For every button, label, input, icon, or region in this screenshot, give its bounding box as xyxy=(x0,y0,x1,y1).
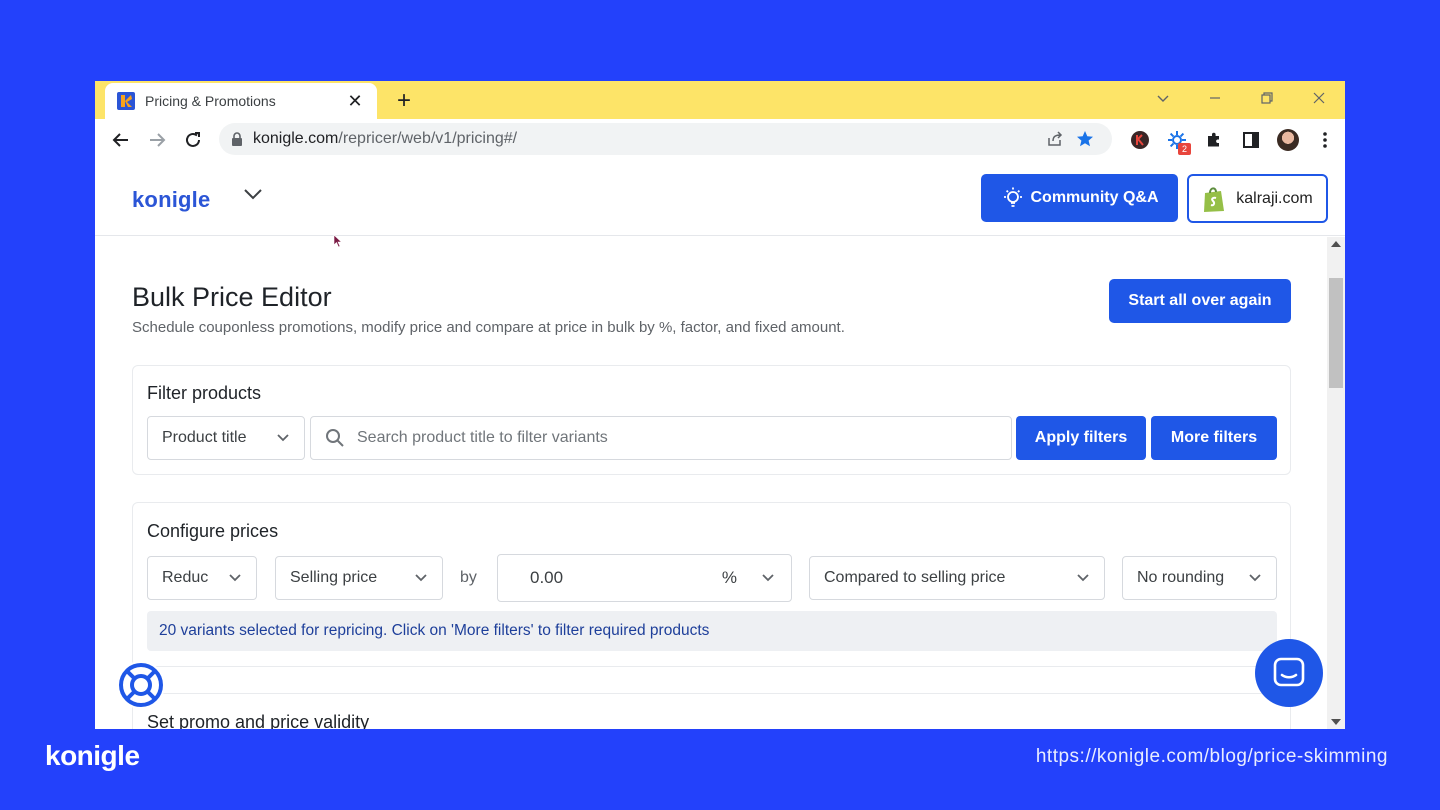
browser-toolbar: konigle.com/repricer/web/v1/pricing#/ 2 xyxy=(95,119,1345,161)
scroll-up-arrow-icon[interactable] xyxy=(1331,241,1341,247)
footer-konigle-logo: konigle xyxy=(45,740,140,771)
search-input[interactable] xyxy=(357,429,977,447)
lightbulb-icon xyxy=(1003,187,1022,207)
menu-kebab-icon[interactable] xyxy=(1307,123,1342,157)
lifebuoy-icon xyxy=(119,663,163,707)
scrollbar-thumb[interactable] xyxy=(1329,278,1343,388)
konigle-logo[interactable]: konigle xyxy=(132,187,210,213)
filter-field-select[interactable]: Product title xyxy=(147,416,305,460)
chevron-down-icon xyxy=(414,573,428,583)
url-text: konigle.com/repricer/web/v1/pricing#/ xyxy=(253,130,1040,148)
price-target-value: Selling price xyxy=(290,569,378,586)
start-over-button[interactable]: Start all over again xyxy=(1109,279,1291,323)
help-lifebuoy-button[interactable] xyxy=(117,661,165,709)
side-panel-icon[interactable] xyxy=(1233,123,1268,157)
filter-field-value: Product title xyxy=(162,429,247,446)
tab-search-icon[interactable] xyxy=(1137,81,1189,115)
store-switcher-button[interactable]: kalraji.com xyxy=(1187,174,1328,223)
amount-unit[interactable]: % xyxy=(722,568,737,588)
profile-avatar[interactable] xyxy=(1270,123,1305,157)
rounding-value: No rounding xyxy=(1137,569,1225,586)
chevron-down-icon xyxy=(1248,573,1262,583)
url-path: /repricer/web/v1/pricing#/ xyxy=(338,130,518,147)
configure-prices-title: Configure prices xyxy=(147,521,279,541)
compare-basis-value: Compared to selling price xyxy=(824,569,1006,586)
community-qa-button[interactable]: Community Q&A xyxy=(981,174,1178,222)
restore-icon[interactable] xyxy=(1241,81,1293,115)
price-action-value: Reduc xyxy=(162,569,209,586)
search-icon xyxy=(326,429,344,447)
community-qa-label: Community Q&A xyxy=(1030,189,1159,206)
chevron-down-icon xyxy=(228,573,242,583)
page-scrollbar[interactable] xyxy=(1327,237,1345,729)
filter-products-card: Filter products Product title Apply filt… xyxy=(132,365,1291,475)
chat-launcher-button[interactable] xyxy=(1255,639,1323,707)
mouse-cursor-icon xyxy=(333,234,343,248)
shopify-bag-icon xyxy=(1204,186,1225,212)
main-content: Bulk Price Editor Schedule couponless pr… xyxy=(95,237,1327,729)
minimize-icon[interactable] xyxy=(1189,81,1241,115)
extension-k-icon[interactable] xyxy=(1122,123,1157,157)
reload-icon[interactable] xyxy=(175,122,211,158)
variants-selected-banner: 20 variants selected for repricing. Clic… xyxy=(147,611,1277,651)
configure-prices-card: Configure prices Reduc Selling price by … xyxy=(132,502,1291,667)
window-controls xyxy=(1137,81,1345,119)
address-bar[interactable]: konigle.com/repricer/web/v1/pricing#/ xyxy=(219,123,1112,155)
amount-value[interactable]: 0.00 xyxy=(530,568,563,588)
product-search-field[interactable] xyxy=(310,416,1012,460)
browser-tab[interactable]: Pricing & Promotions ✕ xyxy=(105,83,377,119)
chevron-down-icon xyxy=(276,433,290,443)
extensions-area: 2 xyxy=(1122,123,1342,157)
chevron-down-icon[interactable] xyxy=(761,573,775,583)
more-filters-button[interactable]: More filters xyxy=(1151,416,1277,460)
close-window-icon[interactable] xyxy=(1293,81,1345,115)
extension-badge: 2 xyxy=(1178,143,1191,155)
extension-gear-icon[interactable]: 2 xyxy=(1159,123,1194,157)
page-subtitle: Schedule couponless promotions, modify p… xyxy=(132,319,845,336)
tab-strip: Pricing & Promotions ✕ + xyxy=(95,81,1345,119)
apply-filters-button[interactable]: Apply filters xyxy=(1016,416,1146,460)
url-host: konigle.com xyxy=(253,130,339,147)
chevron-down-icon xyxy=(1076,573,1090,583)
by-label: by xyxy=(460,569,477,586)
chat-icon xyxy=(1273,657,1305,687)
new-tab-icon[interactable]: + xyxy=(391,87,417,115)
filter-products-title: Filter products xyxy=(147,383,262,403)
rounding-select[interactable]: No rounding xyxy=(1122,556,1277,600)
page-title: Bulk Price Editor xyxy=(132,282,332,312)
lock-icon[interactable] xyxy=(231,132,243,146)
back-icon[interactable] xyxy=(103,122,139,158)
app-header: konigle Community Q&A kalraji.com xyxy=(95,161,1345,236)
scroll-down-arrow-icon[interactable] xyxy=(1331,719,1341,725)
konigle-favicon-icon xyxy=(117,92,135,110)
promo-validity-title: Set promo and price validity xyxy=(147,712,370,729)
amount-field[interactable]: 0.00 % xyxy=(497,554,792,602)
app-switcher-chevron-icon[interactable] xyxy=(243,187,263,206)
variants-selected-text: 20 variants selected for repricing. Clic… xyxy=(159,622,710,639)
tab-title: Pricing & Promotions xyxy=(145,93,276,109)
price-target-select[interactable]: Selling price xyxy=(275,556,443,600)
share-icon[interactable] xyxy=(1040,130,1070,148)
browser-window: Pricing & Promotions ✕ + konigle.com/rep… xyxy=(95,81,1345,729)
extensions-puzzle-icon[interactable] xyxy=(1196,123,1231,157)
promo-validity-card: Set promo and price validity xyxy=(132,693,1291,729)
close-tab-icon[interactable]: ✕ xyxy=(345,91,365,112)
store-name: kalraji.com xyxy=(1236,189,1313,207)
bookmark-star-icon[interactable] xyxy=(1070,130,1100,148)
footer-blog-url: https://konigle.com/blog/price-skimming xyxy=(1035,746,1388,767)
forward-icon[interactable] xyxy=(139,122,175,158)
compare-basis-select[interactable]: Compared to selling price xyxy=(809,556,1105,600)
price-action-select[interactable]: Reduc xyxy=(147,556,257,600)
